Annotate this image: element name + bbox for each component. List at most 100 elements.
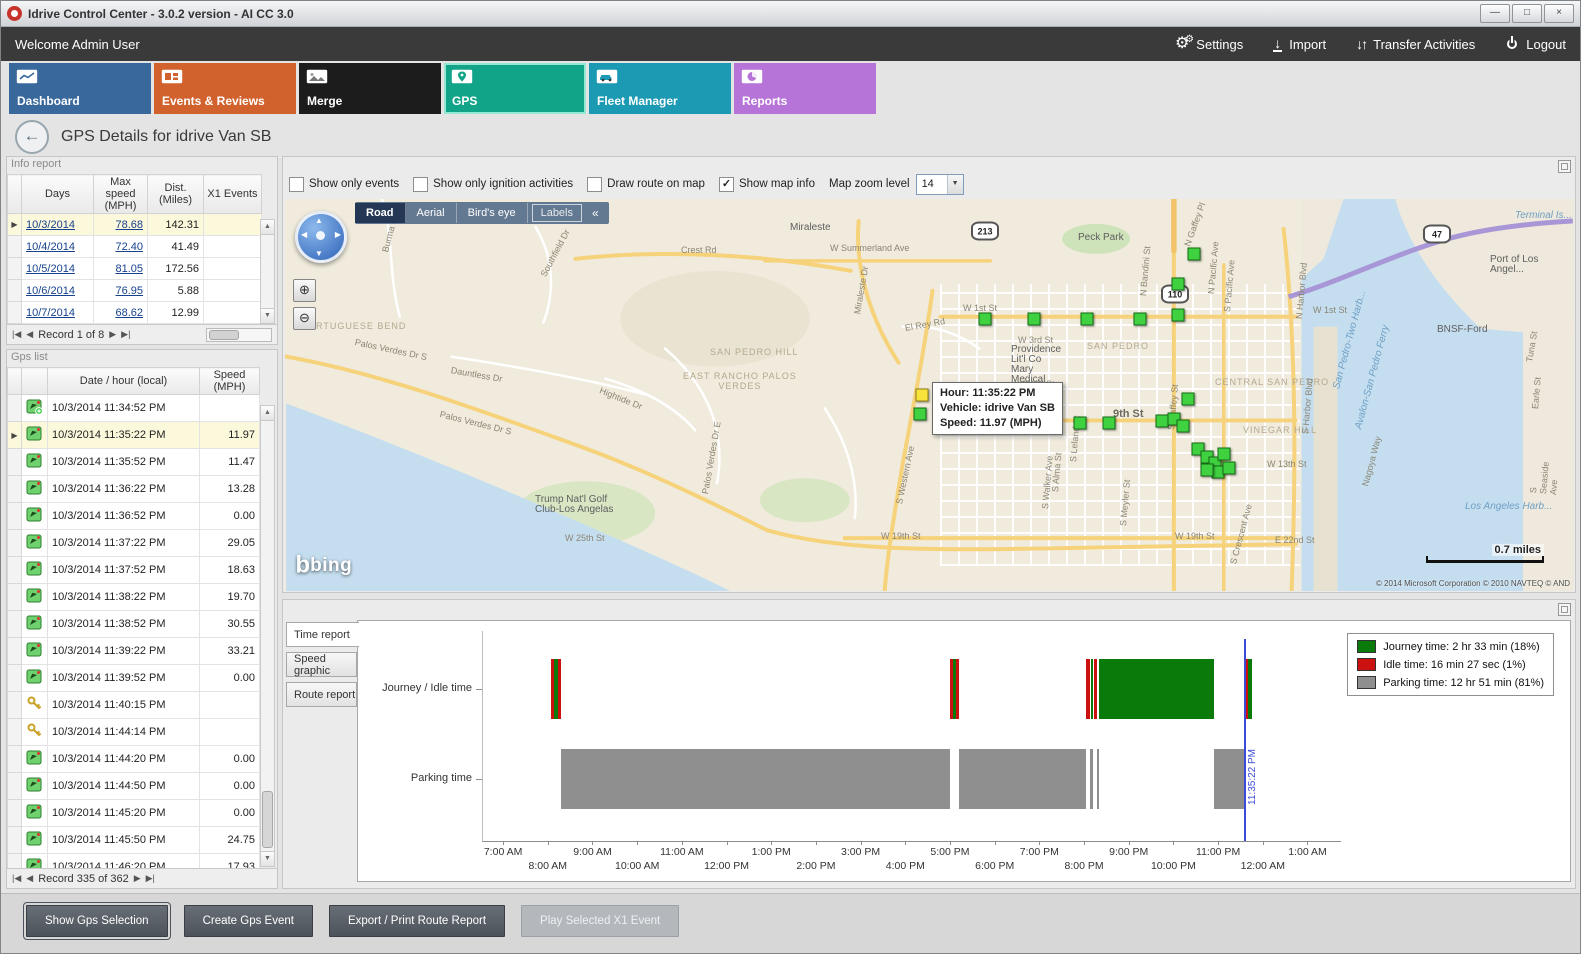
column-header[interactable]: Date / hour (local) [48, 368, 200, 395]
day-link[interactable]: 10/6/2014 [22, 280, 94, 302]
footer-button-show-gps-selection[interactable]: Show Gps Selection [26, 905, 168, 937]
tab-reports[interactable]: Reports [734, 63, 876, 114]
map-zoom-select[interactable]: 14 ▼ [916, 174, 964, 195]
pan-east-icon[interactable]: ▶ [335, 230, 341, 239]
pager-first-icon[interactable]: |◀ [12, 329, 21, 340]
minimize-button[interactable]: — [1480, 4, 1510, 23]
map-marker[interactable] [916, 389, 929, 402]
day-link[interactable]: 10/4/2014 [22, 236, 94, 258]
map-marker[interactable] [979, 313, 992, 326]
checkbox-show-only-events[interactable]: Show only events [289, 177, 399, 192]
tab-merge[interactable]: Merge [299, 63, 441, 114]
gps-list-row[interactable]: 10/3/2014 11:45:50 PM24.75 [8, 827, 260, 854]
map-view-tab-labels[interactable]: Labels [532, 204, 582, 222]
gps-list-row[interactable]: 10/3/2014 11:37:22 PM29.05 [8, 530, 260, 557]
day-link[interactable]: 10/3/2014 [22, 214, 94, 236]
footer-button-export-print-route-report[interactable]: Export / Print Route Report [329, 905, 505, 937]
bing-logo[interactable]: bbing [297, 555, 352, 577]
map-marker[interactable] [1172, 278, 1185, 291]
pager-prev-icon[interactable]: ◀ [26, 329, 33, 340]
topbar-action-logout[interactable]: Logout [1505, 37, 1566, 52]
day-link[interactable]: 10/7/2014 [22, 302, 94, 324]
report-tab-time-report[interactable]: Time report [286, 622, 359, 647]
bing-map[interactable]: RoadAerialBird's eyeLabels« ▲ ▼ ◀ ▶ ⊕ ⊖ … [285, 199, 1574, 591]
map-view-tab-bird-s-eye[interactable]: Bird's eye [457, 203, 528, 223]
topbar-action-transfer-activities[interactable]: ↓↑Transfer Activities [1356, 36, 1475, 52]
map-marker[interactable] [1182, 393, 1195, 406]
pager-last-icon[interactable]: ▶| [121, 329, 130, 340]
close-button[interactable]: × [1544, 4, 1574, 23]
info-vertical-scrollbar[interactable]: ▲ ▼ [260, 219, 275, 324]
max-speed-link[interactable]: 76.95 [94, 280, 148, 302]
pan-south-icon[interactable]: ▼ [315, 249, 323, 258]
pan-west-icon[interactable]: ◀ [301, 230, 307, 239]
map-marker[interactable] [1177, 420, 1190, 433]
gps-list-row[interactable]: 10/3/2014 11:44:50 PM0.00 [8, 773, 260, 800]
max-speed-link[interactable]: 81.05 [94, 258, 148, 280]
collapse-chart-panel-icon[interactable] [1558, 603, 1571, 616]
collapse-map-panel-icon[interactable] [1558, 160, 1571, 173]
gps-list-row[interactable]: 10/3/2014 11:44:20 PM0.00 [8, 746, 260, 773]
tab-fleet-manager[interactable]: Fleet Manager [589, 63, 731, 114]
zoom-in-button[interactable]: ⊕ [293, 279, 316, 302]
scroll-down-icon[interactable]: ▼ [261, 851, 274, 866]
map-marker[interactable] [1223, 462, 1236, 475]
report-tab-route-report[interactable]: Route report [286, 682, 357, 707]
footer-button-create-gps-event[interactable]: Create Gps Event [184, 905, 313, 937]
topbar-action-settings[interactable]: ⚙⚙Settings [1175, 37, 1243, 52]
gps-list-row[interactable]: 10/3/2014 11:39:22 PM33.21 [8, 638, 260, 665]
tab-events-reviews[interactable]: Events & Reviews [154, 63, 296, 114]
map-marker[interactable] [1188, 248, 1201, 261]
scrollbar-thumb[interactable] [209, 330, 239, 340]
map-marker[interactable] [1028, 313, 1041, 326]
gps-list-row[interactable]: 10/3/2014 11:45:20 PM0.00 [8, 800, 260, 827]
info-report-row[interactable]: 10/7/201468.6212.99 [8, 302, 262, 324]
pager-last-icon[interactable]: ▶| [146, 873, 155, 884]
maximize-button[interactable]: □ [1512, 4, 1542, 23]
column-header[interactable]: Days [22, 175, 94, 214]
gps-list-row[interactable]: 10/3/2014 11:34:52 PM [8, 395, 260, 422]
report-tab-speed-graphic[interactable]: Speed graphic [286, 652, 357, 677]
checkbox-show-only-ignition-activities[interactable]: Show only ignition activities [413, 177, 573, 192]
checkbox-show-map-info[interactable]: ✓Show map info [719, 177, 815, 192]
gps-list-row[interactable]: 10/3/2014 11:39:52 PM0.00 [8, 665, 260, 692]
scroll-up-icon[interactable]: ▲ [261, 220, 274, 235]
tab-gps[interactable]: GPS [444, 63, 586, 114]
pager-next-icon[interactable]: ▶ [134, 873, 141, 884]
map-view-tab-aerial[interactable]: Aerial [406, 203, 457, 223]
info-report-row[interactable]: 10/5/201481.05172.56 [8, 258, 262, 280]
map-marker[interactable] [1134, 313, 1147, 326]
map-marker[interactable] [1172, 309, 1185, 322]
map-marker[interactable] [914, 408, 927, 421]
info-report-row[interactable]: 10/4/201472.4041.49 [8, 236, 262, 258]
checkbox-draw-route-on-map[interactable]: Draw route on map [587, 177, 705, 192]
gps-list-row[interactable]: 10/3/2014 11:37:52 PM18.63 [8, 557, 260, 584]
max-speed-link[interactable]: 72.40 [94, 236, 148, 258]
map-marker[interactable] [1103, 417, 1116, 430]
gps-list-row[interactable]: 10/3/2014 11:35:52 PM11.47 [8, 449, 260, 476]
gps-list-row[interactable]: 10/3/2014 11:36:22 PM13.28 [8, 476, 260, 503]
info-horizontal-scrollbar[interactable] [206, 328, 272, 342]
max-speed-link[interactable]: 78.68 [94, 214, 148, 236]
map-marker[interactable] [1218, 448, 1231, 461]
column-header[interactable]: Speed(MPH) [200, 368, 260, 395]
gps-vertical-scrollbar[interactable]: ▲ ▼ [260, 405, 275, 867]
map-compass-control[interactable]: ▲ ▼ ◀ ▶ [295, 211, 347, 263]
column-header[interactable]: Maxspeed(MPH) [94, 175, 148, 214]
zoom-out-button[interactable]: ⊖ [293, 307, 316, 330]
gps-list-row[interactable]: 10/3/2014 11:36:52 PM0.00 [8, 503, 260, 530]
map-tabs-collapse-icon[interactable]: « [586, 204, 605, 222]
tab-dashboard[interactable]: Dashboard [9, 63, 151, 114]
column-header[interactable]: Dist.(Miles) [148, 175, 204, 214]
gps-list-row[interactable]: 10/3/2014 11:38:52 PM30.55 [8, 611, 260, 638]
scroll-up-icon[interactable]: ▲ [261, 406, 274, 421]
map-marker[interactable] [1074, 417, 1087, 430]
gps-list-row[interactable]: 10/3/2014 11:40:15 PM [8, 692, 260, 719]
info-report-row[interactable]: ▶10/3/201478.68142.31 [8, 214, 262, 236]
map-view-tab-road[interactable]: Road [355, 203, 406, 223]
compass-center[interactable] [316, 231, 325, 240]
map-marker[interactable] [1081, 313, 1094, 326]
pager-prev-icon[interactable]: ◀ [26, 873, 33, 884]
max-speed-link[interactable]: 68.62 [94, 302, 148, 324]
column-header[interactable]: X1 Events [204, 175, 262, 214]
